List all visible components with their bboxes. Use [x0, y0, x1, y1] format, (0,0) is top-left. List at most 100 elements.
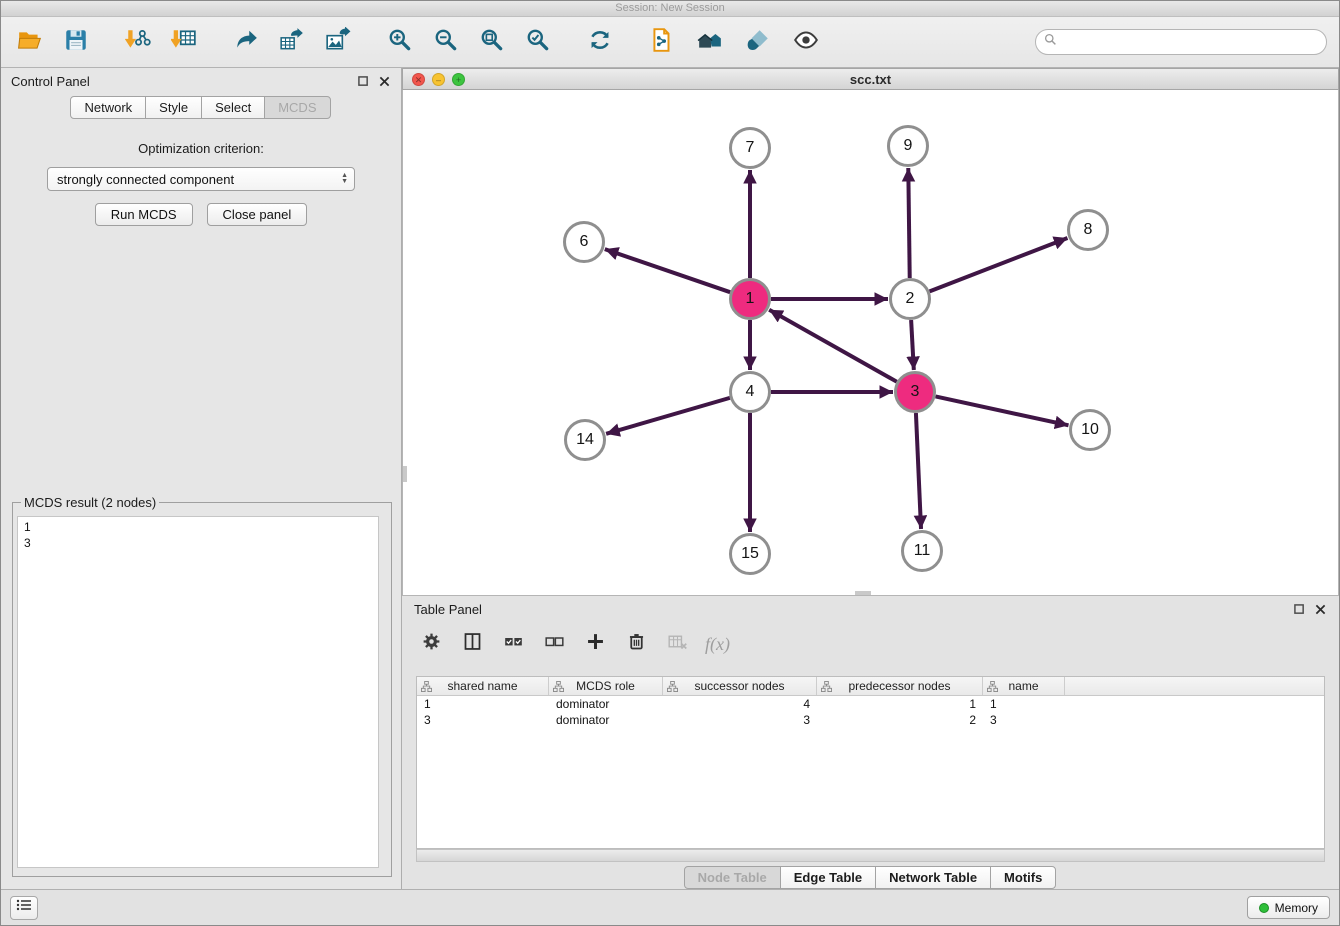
export-image-button[interactable]	[321, 25, 355, 59]
search-input[interactable]	[1062, 35, 1318, 49]
tab-edge-table[interactable]: Edge Table	[780, 866, 876, 889]
export-document-button[interactable]	[645, 25, 679, 59]
network-window-titlebar[interactable]: ✕ – + scc.txt	[402, 68, 1339, 90]
tree-icon	[821, 681, 832, 692]
list-icon	[16, 898, 32, 917]
refresh-icon	[587, 27, 613, 58]
column-header-MCDS-role[interactable]: MCDS role	[549, 677, 663, 695]
table-cell[interactable]: 1	[817, 696, 983, 712]
optimization-label: Optimization criterion:	[1, 141, 401, 156]
node-10[interactable]: 10	[1069, 409, 1111, 451]
node-7[interactable]: 7	[729, 127, 771, 169]
delete-row-button[interactable]	[623, 631, 649, 657]
optimization-select[interactable]: strongly connected component ▲▼	[47, 167, 355, 191]
node-15[interactable]: 15	[729, 533, 771, 575]
import-network-button[interactable]	[121, 25, 155, 59]
paintbrush-icon	[745, 27, 771, 58]
memory-status-icon	[1259, 903, 1269, 913]
node-11[interactable]: 11	[901, 530, 943, 572]
tree-icon	[667, 681, 678, 692]
style-button[interactable]	[741, 25, 775, 59]
node-14[interactable]: 14	[564, 419, 606, 461]
table-settings-button[interactable]	[418, 631, 444, 657]
node-8[interactable]: 8	[1067, 209, 1109, 251]
home-button[interactable]	[693, 25, 727, 59]
close-table-panel-icon[interactable]	[1313, 602, 1327, 616]
checked-boxes-icon	[503, 631, 524, 657]
node-2[interactable]: 2	[889, 278, 931, 320]
search-box	[1035, 29, 1327, 55]
zoom-fit-button[interactable]	[475, 25, 509, 59]
tab-node-table[interactable]: Node Table	[684, 866, 781, 889]
tab-motifs[interactable]: Motifs	[990, 866, 1056, 889]
refresh-button[interactable]	[583, 25, 617, 59]
network-canvas[interactable]: 7 9 6 8 1 2 4 3 14 10 15 11	[402, 90, 1339, 596]
delete-column-button[interactable]	[664, 631, 690, 657]
tab-network[interactable]: Network	[70, 96, 146, 119]
column-header-predecessor-nodes[interactable]: predecessor nodes	[817, 677, 983, 695]
export-network-button[interactable]	[229, 25, 263, 59]
close-panel-icon[interactable]	[377, 74, 391, 88]
table-row[interactable]: 3dominator323	[417, 712, 1324, 728]
function-builder-button[interactable]: f(x)	[705, 631, 730, 657]
plus-icon	[585, 631, 606, 657]
zoom-in-button[interactable]	[383, 25, 417, 59]
run-mcds-button[interactable]: Run MCDS	[95, 203, 193, 226]
open-session-button[interactable]	[13, 25, 47, 59]
node-9[interactable]: 9	[887, 125, 929, 167]
tab-style[interactable]: Style	[145, 96, 202, 119]
table-cell[interactable]: 1	[417, 696, 549, 712]
column-header-shared-name[interactable]: shared name	[417, 677, 549, 695]
unselect-all-columns-button[interactable]	[541, 631, 567, 657]
zoom-in-icon	[387, 27, 413, 58]
float-table-panel-icon[interactable]	[1292, 602, 1306, 616]
export-network-icon	[233, 27, 259, 58]
import-table-button[interactable]	[167, 25, 201, 59]
node-4[interactable]: 4	[729, 371, 771, 413]
close-panel-button[interactable]: Close panel	[207, 203, 308, 226]
show-panels-button[interactable]	[10, 896, 38, 920]
select-all-columns-button[interactable]	[500, 631, 526, 657]
column-header-successor-nodes[interactable]: successor nodes	[663, 677, 817, 695]
export-table-button[interactable]	[275, 25, 309, 59]
canvas-left-scroll-nub[interactable]	[403, 466, 407, 482]
table-cell[interactable]: 3	[983, 712, 1065, 728]
table-cell[interactable]: 1	[983, 696, 1065, 712]
mcds-result-list[interactable]: 13	[17, 516, 379, 868]
table-horizontal-scrollbar[interactable]	[416, 849, 1325, 862]
canvas-bottom-scroll-nub[interactable]	[855, 591, 871, 595]
folder-open-icon	[17, 27, 43, 58]
save-session-button[interactable]	[59, 25, 93, 59]
table-cell[interactable]: 4	[663, 696, 817, 712]
columns-icon	[462, 631, 483, 657]
table-cell[interactable]: 2	[817, 712, 983, 728]
create-column-button[interactable]	[582, 631, 608, 657]
table-row[interactable]: 1dominator411	[417, 696, 1324, 712]
table-cell[interactable]: 3	[663, 712, 817, 728]
tab-network-table[interactable]: Network Table	[875, 866, 991, 889]
column-header-name[interactable]: name	[983, 677, 1065, 695]
node-1[interactable]: 1	[729, 278, 771, 320]
window-titlebar: Session: New Session	[1, 1, 1339, 17]
unchecked-boxes-icon	[544, 631, 565, 657]
export-image-icon	[325, 27, 351, 58]
result-line: 3	[24, 535, 372, 551]
float-panel-icon[interactable]	[356, 74, 370, 88]
show-columns-button[interactable]	[459, 631, 485, 657]
tab-select[interactable]: Select	[201, 96, 265, 119]
network-title: scc.txt	[403, 72, 1338, 87]
node-6[interactable]: 6	[563, 221, 605, 263]
zoom-out-button[interactable]	[429, 25, 463, 59]
mcds-result-group: MCDS result (2 nodes) 13	[12, 495, 392, 877]
memory-button[interactable]: Memory	[1247, 896, 1330, 919]
tab-mcds[interactable]: MCDS	[264, 96, 330, 119]
zoom-selected-button[interactable]	[521, 25, 555, 59]
table-header: shared nameMCDS rolesuccessor nodesprede…	[417, 677, 1324, 696]
fx-icon: f(x)	[705, 634, 730, 655]
node-3[interactable]: 3	[894, 371, 936, 413]
table-cell[interactable]: dominator	[549, 696, 663, 712]
control-panel-tabs: NetworkStyleSelectMCDS	[1, 96, 401, 119]
table-cell[interactable]: 3	[417, 712, 549, 728]
toggle-view-button[interactable]	[789, 25, 823, 59]
table-cell[interactable]: dominator	[549, 712, 663, 728]
